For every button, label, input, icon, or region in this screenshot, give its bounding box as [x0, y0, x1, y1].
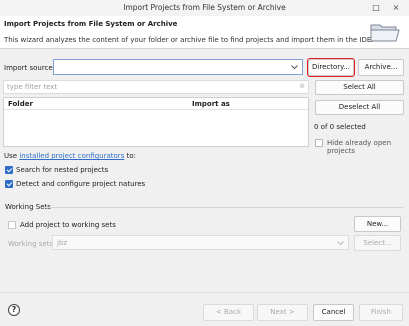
select-all-button[interactable]: Select All	[315, 80, 404, 95]
working-sets-value: jbz	[57, 239, 68, 247]
add-working-sets-checkbox[interactable]	[8, 221, 16, 229]
back-button[interactable]: < Back	[203, 304, 254, 321]
projects-table[interactable]: Folder Import as	[3, 97, 309, 147]
folder-banner-icon	[370, 24, 400, 42]
configurators-suffix: to:	[126, 152, 136, 160]
archive-button[interactable]: Archive...	[358, 59, 404, 76]
footer-separator	[0, 292, 409, 293]
hide-open-label: Hide already open projects	[327, 139, 392, 155]
select-working-set-button[interactable]: Select...	[354, 235, 401, 251]
title-bar: Import Projects from File System or Arch…	[0, 0, 409, 16]
maximize-button[interactable]: □	[370, 2, 382, 14]
configurators-line: Use installed project configurators to:	[4, 152, 136, 160]
nested-projects-checkbox[interactable]	[5, 166, 13, 174]
wizard-description: This wizard analyzes the content of your…	[4, 36, 374, 44]
import-source-label: Import source:	[4, 64, 56, 72]
directory-button[interactable]: Directory...	[307, 58, 355, 77]
next-button[interactable]: Next >	[257, 304, 308, 321]
column-folder[interactable]: Folder	[8, 100, 33, 108]
chevron-down-icon[interactable]	[291, 65, 298, 70]
wizard-title: Import Projects from File System or Arch…	[4, 20, 178, 28]
selection-count: 0 of 0 selected	[314, 123, 366, 131]
wizard-header: Import Projects from File System or Arch…	[0, 16, 409, 49]
close-button[interactable]: ×	[390, 2, 402, 14]
nested-projects-label: Search for nested projects	[16, 166, 109, 174]
deselect-all-button[interactable]: Deselect All	[315, 100, 404, 115]
configurators-link[interactable]: installed project configurators	[19, 152, 124, 160]
help-icon[interactable]: ?	[8, 304, 20, 316]
filter-placeholder: type filter text	[7, 83, 58, 91]
cancel-button[interactable]: Cancel	[313, 304, 354, 321]
working-sets-separator	[44, 207, 404, 208]
add-working-sets-label: Add project to working sets	[20, 221, 116, 229]
detect-natures-label: Detect and configure project natures	[16, 180, 146, 188]
configurators-prefix: Use	[4, 152, 18, 160]
window-title: Import Projects from File System or Arch…	[123, 3, 286, 12]
table-header: Folder Import as	[4, 98, 308, 110]
hide-open-checkbox[interactable]	[315, 139, 323, 147]
chevron-down-icon[interactable]	[337, 241, 344, 246]
import-source-combo[interactable]	[53, 59, 303, 75]
detect-natures-checkbox[interactable]	[5, 180, 13, 188]
clear-filter-icon[interactable]: ⊗	[299, 82, 305, 90]
working-sets-combo[interactable]: jbz	[52, 235, 349, 250]
new-working-set-button[interactable]: New...	[354, 216, 401, 232]
column-import-as[interactable]: Import as	[192, 100, 230, 108]
finish-button[interactable]: Finish	[359, 304, 403, 321]
working-sets-label: Working sets:	[8, 240, 56, 248]
filter-input[interactable]: type filter text ⊗	[3, 80, 309, 94]
